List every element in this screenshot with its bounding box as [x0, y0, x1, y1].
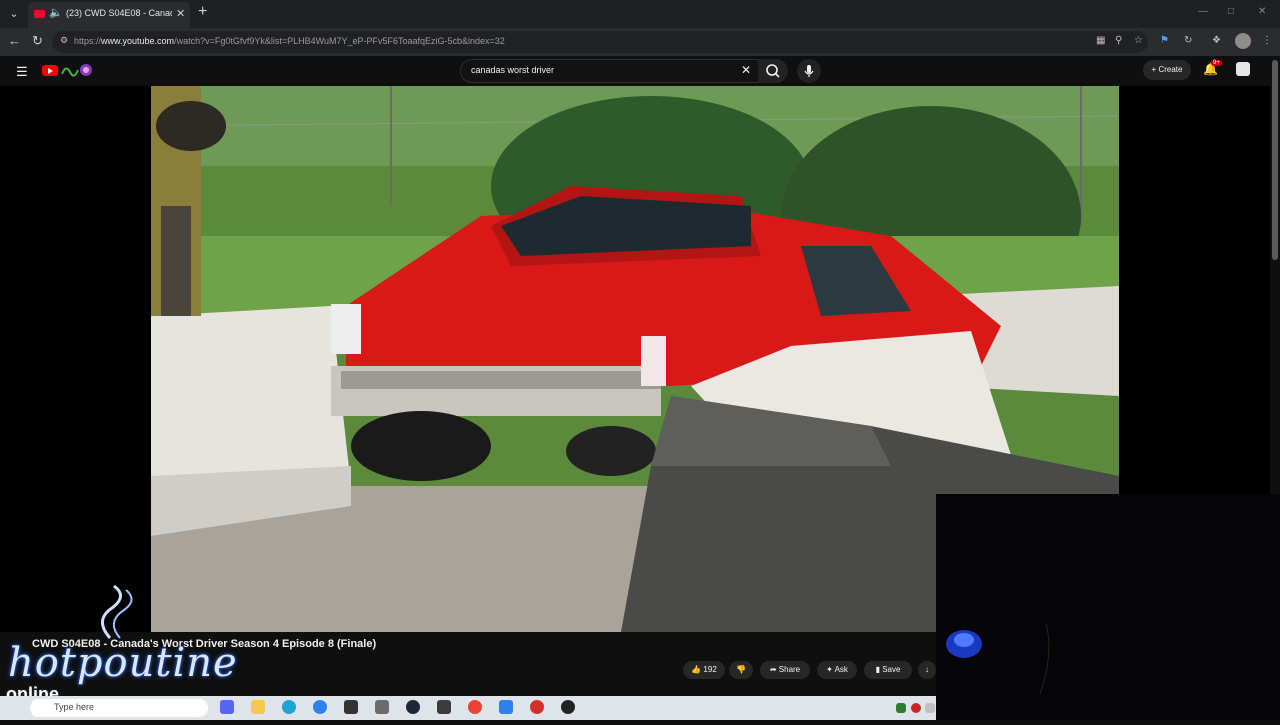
tray-gray-icon[interactable]: [925, 703, 935, 713]
camera-overlay: [936, 494, 1280, 720]
discord-icon[interactable]: [220, 700, 234, 714]
watermark-logo: hotpoutine: [8, 640, 238, 686]
overlay-decoration-image: [946, 623, 1050, 695]
browser-menu-icon[interactable]: ⋮: [1262, 35, 1272, 46]
speaker-icon[interactable]: 🔈: [49, 6, 63, 19]
steam-icon[interactable]: [406, 700, 420, 714]
thumbs-up-icon: 👍: [691, 665, 702, 674]
app-blue-icon[interactable]: [313, 700, 327, 714]
url-prefix: https://: [74, 36, 102, 46]
chrome-icon[interactable]: [468, 700, 482, 714]
youtube-header: ☰ canadas worst driver ✕ + Create 🔔 9+: [0, 56, 1280, 86]
url-host: www.youtube.com: [101, 36, 175, 46]
create-button[interactable]: + Create: [1143, 60, 1191, 80]
ask-label: Ask: [834, 665, 848, 674]
tab-close-icon[interactable]: ✕: [176, 7, 185, 20]
like-button[interactable]: 👍 192: [683, 661, 725, 679]
obs-icon[interactable]: [344, 700, 358, 714]
ask-button[interactable]: ✦ Ask: [817, 661, 857, 679]
tray-red-icon[interactable]: [911, 703, 921, 713]
taskbar-search-field[interactable]: Type here: [30, 699, 208, 717]
dark-app-icon[interactable]: [561, 700, 575, 714]
address-bar-row: ← ↻ ⚙ https://www.youtube.com/watch?v=Fg…: [0, 28, 1280, 56]
bookmark-icon: ▮: [875, 665, 880, 674]
extension-icon[interactable]: ⚑: [1160, 35, 1169, 46]
sparkle-icon: ✦: [826, 665, 833, 674]
favorite-star-icon[interactable]: ☆: [1134, 35, 1143, 46]
notification-count-badge: 9+: [1211, 60, 1222, 66]
dislike-button[interactable]: 👎: [729, 661, 753, 679]
clear-search-icon[interactable]: ✕: [741, 63, 751, 77]
share-button[interactable]: ➦ Share: [760, 661, 810, 679]
account-avatar[interactable]: [1236, 62, 1250, 76]
taskbar-search-placeholder: Type here: [54, 702, 95, 712]
search-button[interactable]: [758, 59, 788, 83]
share-arrow-icon: ➦: [769, 665, 777, 674]
youtube-favicon-icon: [34, 10, 45, 18]
maximize-icon[interactable]: □: [1228, 6, 1234, 17]
voice-search-button[interactable]: [797, 59, 821, 83]
steam-swirl-icon: [101, 584, 133, 639]
browser-tab-strip: ⌄ 🔈 (23) CWD S04E08 - Canada's W ✕ + — □…: [0, 0, 1280, 28]
url-field[interactable]: ⚙ https://www.youtube.com/watch?v=Fg0tGf…: [52, 31, 1148, 53]
search-input[interactable]: canadas worst driver ✕: [460, 59, 762, 83]
new-tab-button[interactable]: +: [198, 3, 207, 21]
hamburger-menu-icon[interactable]: ☰: [16, 64, 28, 80]
create-label: Create: [1158, 65, 1183, 74]
minimize-icon[interactable]: —: [1198, 6, 1208, 17]
download-icon: ↓: [925, 665, 929, 674]
back-arrow-icon[interactable]: ←: [8, 33, 21, 48]
window-close-icon[interactable]: ✕: [1258, 6, 1266, 17]
site-info-icon[interactable]: ⚙: [60, 35, 68, 46]
extensions-puzzle-icon[interactable]: ❖: [1212, 35, 1221, 46]
page-scrollbar[interactable]: [1272, 60, 1278, 260]
tab-title: (23) CWD S04E08 - Canada's W: [66, 8, 172, 18]
like-count: 192: [703, 665, 717, 674]
download-button[interactable]: ↓: [918, 661, 936, 679]
url-path: /watch?v=Fg0tGfvf9Yk&list=PLHB4WuM7Y_eP-…: [174, 36, 505, 46]
apps-grid-icon[interactable]: ▦: [1096, 35, 1105, 46]
edge-browser-icon[interactable]: [282, 700, 296, 714]
windows-taskbar: Type here: [0, 696, 936, 720]
red-app-icon[interactable]: [530, 700, 544, 714]
youtube-doodle-icon[interactable]: [60, 62, 92, 78]
zoom-icon[interactable]: ⚲: [1115, 35, 1122, 46]
save-button[interactable]: ▮ Save: [864, 661, 912, 679]
browser-tab-youtube[interactable]: 🔈 (23) CWD S04E08 - Canada's W ✕: [28, 2, 190, 28]
terminal-icon[interactable]: [437, 700, 451, 714]
url-text: https://www.youtube.com/watch?v=Fg0tGfvf…: [74, 36, 505, 46]
file-explorer-icon[interactable]: [251, 700, 265, 714]
refresh-extension-icon[interactable]: ↻: [1184, 35, 1192, 46]
settings-gear-icon[interactable]: [375, 700, 389, 714]
microphone-icon: [804, 65, 814, 77]
save-label: Save: [882, 665, 901, 674]
browser-profile-avatar[interactable]: [1235, 33, 1251, 49]
tray-green-icon[interactable]: [896, 703, 906, 713]
reload-icon[interactable]: ↻: [32, 33, 43, 49]
search-icon: [766, 64, 780, 78]
search-query-text: canadas worst driver: [471, 65, 555, 75]
messenger-icon[interactable]: [499, 700, 513, 714]
youtube-logo-icon[interactable]: [42, 65, 58, 76]
tab-list-chevron-icon[interactable]: ⌄: [4, 4, 24, 24]
thumbs-down-icon: 👎: [736, 665, 746, 674]
share-label: Share: [778, 665, 801, 674]
